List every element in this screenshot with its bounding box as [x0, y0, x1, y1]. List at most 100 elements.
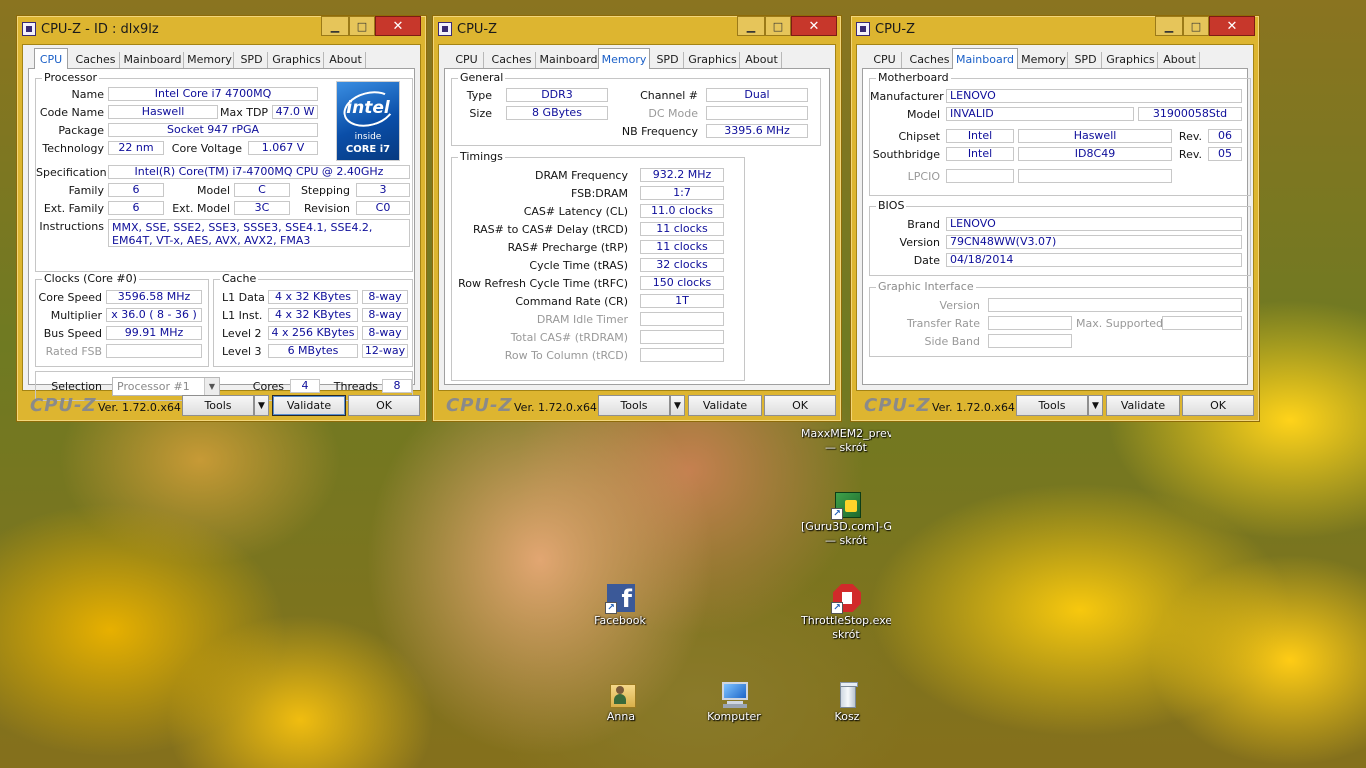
- tools-dropdown-button[interactable]: ▼: [1088, 395, 1103, 416]
- timing-label: Command Rate (CR): [515, 295, 628, 308]
- chipset-name: Haswell: [1018, 129, 1172, 143]
- tab-spd[interactable]: SPD: [1070, 52, 1102, 68]
- cpuz-window-memory[interactable]: CPU-Z ▁ □ ✕ CPU Caches Mainboard Memory …: [432, 15, 842, 422]
- corevoltage-label: Core Voltage: [171, 142, 242, 155]
- desktop-icon-maxxmem[interactable]: MaxxMEM2_previe... — skrót: [801, 427, 891, 455]
- tab-about[interactable]: About: [326, 52, 366, 68]
- tools-button[interactable]: Tools: [598, 395, 670, 416]
- technology-value: 22 nm: [108, 141, 164, 155]
- tab-bar: CPU Caches Mainboard Memory SPD Graphics…: [444, 48, 830, 69]
- desktop-icon-anna[interactable]: Anna: [576, 680, 666, 724]
- gi-sideband-label: Side Band: [924, 335, 980, 348]
- tab-mainboard[interactable]: Mainboard: [538, 52, 600, 68]
- timing-value: 11 clocks: [640, 222, 724, 236]
- bios-version-label: Version: [899, 236, 940, 249]
- desktop-icon-sublabel: — skrót: [825, 441, 867, 454]
- computer-icon: [719, 680, 749, 710]
- window-body: CPU Caches Mainboard Memory SPD Graphics…: [22, 44, 421, 401]
- timing-label: DRAM Idle Timer: [536, 313, 628, 326]
- desktop-icon-guru3d[interactable]: ↗ [Guru3D.com]-GP... — skrót: [801, 490, 891, 548]
- tab-cpu[interactable]: CPU: [34, 48, 68, 69]
- motherboard-legend: Motherboard: [876, 71, 951, 84]
- minimize-button[interactable]: ▁: [1155, 16, 1183, 36]
- maxtdp-label: Max TDP: [220, 106, 269, 119]
- window-body: CPU Caches Mainboard Memory SPD Graphics…: [438, 44, 836, 391]
- title-bar[interactable]: CPU-Z ▁ □ ✕: [851, 16, 1259, 44]
- tab-about[interactable]: About: [742, 52, 782, 68]
- tab-caches[interactable]: Caches: [488, 52, 536, 68]
- validate-button[interactable]: Validate: [688, 395, 762, 416]
- close-button[interactable]: ✕: [375, 16, 421, 36]
- validate-button[interactable]: Validate: [272, 395, 346, 416]
- close-button[interactable]: ✕: [1209, 16, 1255, 36]
- tab-graphics[interactable]: Graphics: [270, 52, 324, 68]
- tools-dropdown-button[interactable]: ▼: [670, 395, 685, 416]
- ok-button[interactable]: OK: [348, 395, 420, 416]
- timing-value: 11.0 clocks: [640, 204, 724, 218]
- cpuz-window-cpu[interactable]: CPU-Z - ID : dlx9lz ▁ □ ✕ CPU Caches Mai…: [16, 15, 427, 422]
- ratedfsb-label: Rated FSB: [45, 345, 102, 358]
- tab-spd[interactable]: SPD: [236, 52, 268, 68]
- instructions-label: Instructions: [39, 220, 104, 233]
- ok-button[interactable]: OK: [764, 395, 836, 416]
- desktop-icon-kosz[interactable]: Kosz: [802, 680, 892, 724]
- gi-maxsupported-value: [1162, 316, 1242, 330]
- tab-graphics[interactable]: Graphics: [1104, 52, 1158, 68]
- desktop-icon-komputer[interactable]: Komputer: [689, 680, 779, 724]
- desktop-icon-label: Kosz: [834, 710, 860, 723]
- maximize-button[interactable]: □: [349, 16, 375, 36]
- tab-caches[interactable]: Caches: [72, 52, 120, 68]
- codename-label: Code Name: [39, 106, 104, 119]
- title-bar[interactable]: CPU-Z ▁ □ ✕: [433, 16, 841, 44]
- cpuz-app-icon: [856, 22, 870, 36]
- l1data-value: 4 x 32 KBytes: [268, 290, 358, 304]
- tab-caches[interactable]: Caches: [906, 52, 954, 68]
- tab-spd[interactable]: SPD: [652, 52, 684, 68]
- bottom-bar: CPU-Z Ver. 1.72.0.x64 Tools ▼ Validate O…: [856, 393, 1254, 419]
- tools-dropdown-button[interactable]: ▼: [254, 395, 269, 416]
- minimize-button[interactable]: ▁: [737, 16, 765, 36]
- tab-cpu[interactable]: CPU: [868, 52, 902, 68]
- graphic-interface-group: Graphic Interface Version Transfer Rate …: [869, 280, 1251, 357]
- tab-memory[interactable]: Memory: [186, 52, 234, 68]
- tab-memory[interactable]: Memory: [1020, 52, 1068, 68]
- minimize-button[interactable]: ▁: [321, 16, 349, 36]
- threads-value: 8: [382, 379, 412, 393]
- tab-about[interactable]: About: [1160, 52, 1200, 68]
- level3-value: 6 MBytes: [268, 344, 358, 358]
- gi-transferrate-label: Transfer Rate: [907, 317, 980, 330]
- tab-cpu[interactable]: CPU: [450, 52, 484, 68]
- intel-series-text: CORE i7: [345, 144, 391, 155]
- ratedfsb-value: [106, 344, 202, 358]
- bios-date-value: 04/18/2014: [946, 253, 1242, 267]
- tab-mainboard[interactable]: Mainboard: [122, 52, 184, 68]
- cpuz-window-mainboard[interactable]: CPU-Z ▁ □ ✕ CPU Caches Mainboard Memory …: [850, 15, 1260, 422]
- maximize-button[interactable]: □: [765, 16, 791, 36]
- nbfreq-value: 3395.6 MHz: [706, 124, 808, 138]
- window-title: CPU-Z - ID : dlx9lz: [41, 22, 159, 37]
- tools-button[interactable]: Tools: [182, 395, 254, 416]
- desktop-icon-facebook[interactable]: f ↗ Facebook: [575, 584, 665, 628]
- technology-label: Technology: [42, 142, 104, 155]
- tab-mainboard[interactable]: Mainboard: [952, 48, 1018, 69]
- timing-label: RAS# Precharge (tRP): [507, 241, 628, 254]
- model-value: C: [234, 183, 290, 197]
- maximize-button[interactable]: □: [1183, 16, 1209, 36]
- model-revision-value: 31900058Std: [1138, 107, 1242, 121]
- gi-sideband-value: [988, 334, 1072, 348]
- chipset-rev-label: Rev.: [1178, 130, 1202, 143]
- tools-button[interactable]: Tools: [1016, 395, 1088, 416]
- close-button[interactable]: ✕: [791, 16, 837, 36]
- user-folder-icon: [606, 680, 636, 710]
- cpuz-logo: CPU-Z: [30, 395, 97, 416]
- validate-button[interactable]: Validate: [1106, 395, 1180, 416]
- title-bar[interactable]: CPU-Z - ID : dlx9lz ▁ □ ✕: [17, 16, 426, 44]
- ok-button[interactable]: OK: [1182, 395, 1254, 416]
- recycle-bin-icon: [832, 680, 862, 710]
- chipset-label: Chipset: [898, 130, 940, 143]
- general-group: General Type DDR3 Size 8 GBytes Channel …: [451, 71, 821, 146]
- desktop-icon-throttlestop[interactable]: ↗ ThrottleStop.exe — skrót: [801, 584, 891, 642]
- tab-graphics[interactable]: Graphics: [686, 52, 740, 68]
- tab-memory[interactable]: Memory: [598, 48, 650, 69]
- timing-value: [640, 348, 724, 362]
